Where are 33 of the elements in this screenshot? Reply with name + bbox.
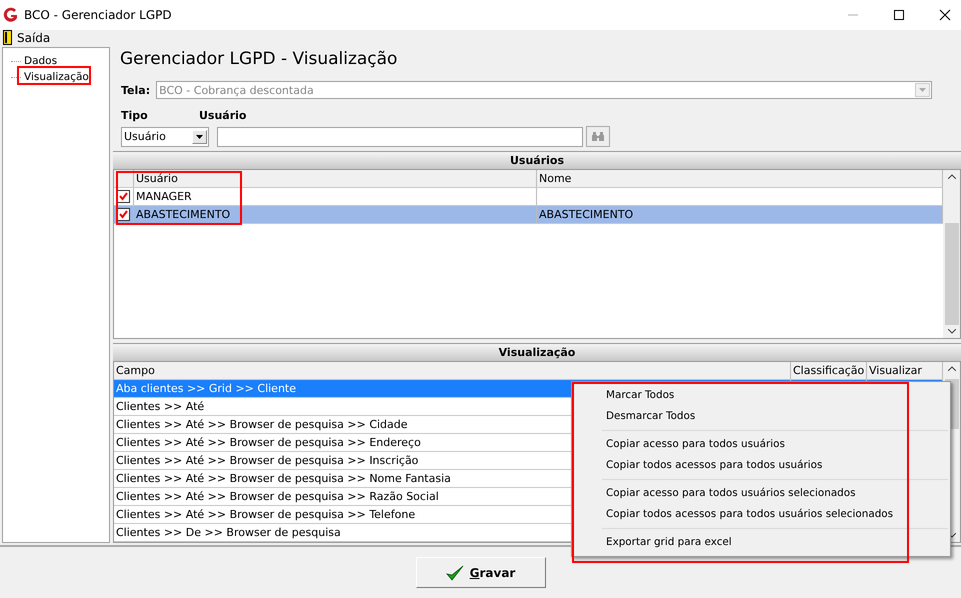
save-button[interactable]: Gravar: [416, 557, 546, 588]
column-header[interactable]: Classificação: [791, 362, 867, 379]
section-header: Usuários: [113, 151, 961, 169]
checkbox[interactable]: [117, 190, 130, 203]
page-heading: Gerenciador LGPD - Visualização: [119, 48, 398, 71]
close-icon[interactable]: [939, 9, 951, 21]
scrollbar-thumb[interactable]: [944, 223, 958, 325]
column-header[interactable]: Campo: [114, 362, 791, 379]
door-icon: [3, 30, 12, 45]
field-label: Tipo: [121, 109, 149, 123]
logo-icon: [3, 7, 19, 23]
scrollbar[interactable]: [943, 170, 960, 338]
caret-icon: [919, 88, 926, 92]
field-label: Usuário: [199, 109, 246, 123]
section-header: Visualização: [113, 343, 961, 361]
scroll-up-icon[interactable]: [948, 174, 956, 179]
checkbox[interactable]: [117, 208, 130, 221]
binoculars-icon: [592, 132, 604, 141]
window-title: BCO - Gerenciador LGPD: [24, 8, 172, 22]
table-cell: ABASTECIMENTO: [134, 206, 537, 223]
tree-item[interactable]: Dados: [23, 55, 58, 67]
menu-item[interactable]: Saída: [3, 30, 50, 45]
field-label: Tela:: [121, 84, 150, 96]
checkmark-icon: [446, 564, 464, 580]
table-cell: MANAGER: [134, 188, 537, 205]
column-header[interactable]: Usuário: [134, 170, 537, 187]
maximize-icon[interactable]: [893, 9, 905, 21]
scroll-up-icon[interactable]: [948, 366, 956, 371]
user-input[interactable]: [217, 126, 583, 146]
caret-icon: [196, 134, 203, 138]
table-row[interactable]: ABASTECIMENTO ABASTECIMENTO: [114, 206, 943, 224]
type-dropdown[interactable]: Usuário: [121, 126, 209, 146]
tree-item[interactable]: Visualização: [23, 71, 90, 83]
